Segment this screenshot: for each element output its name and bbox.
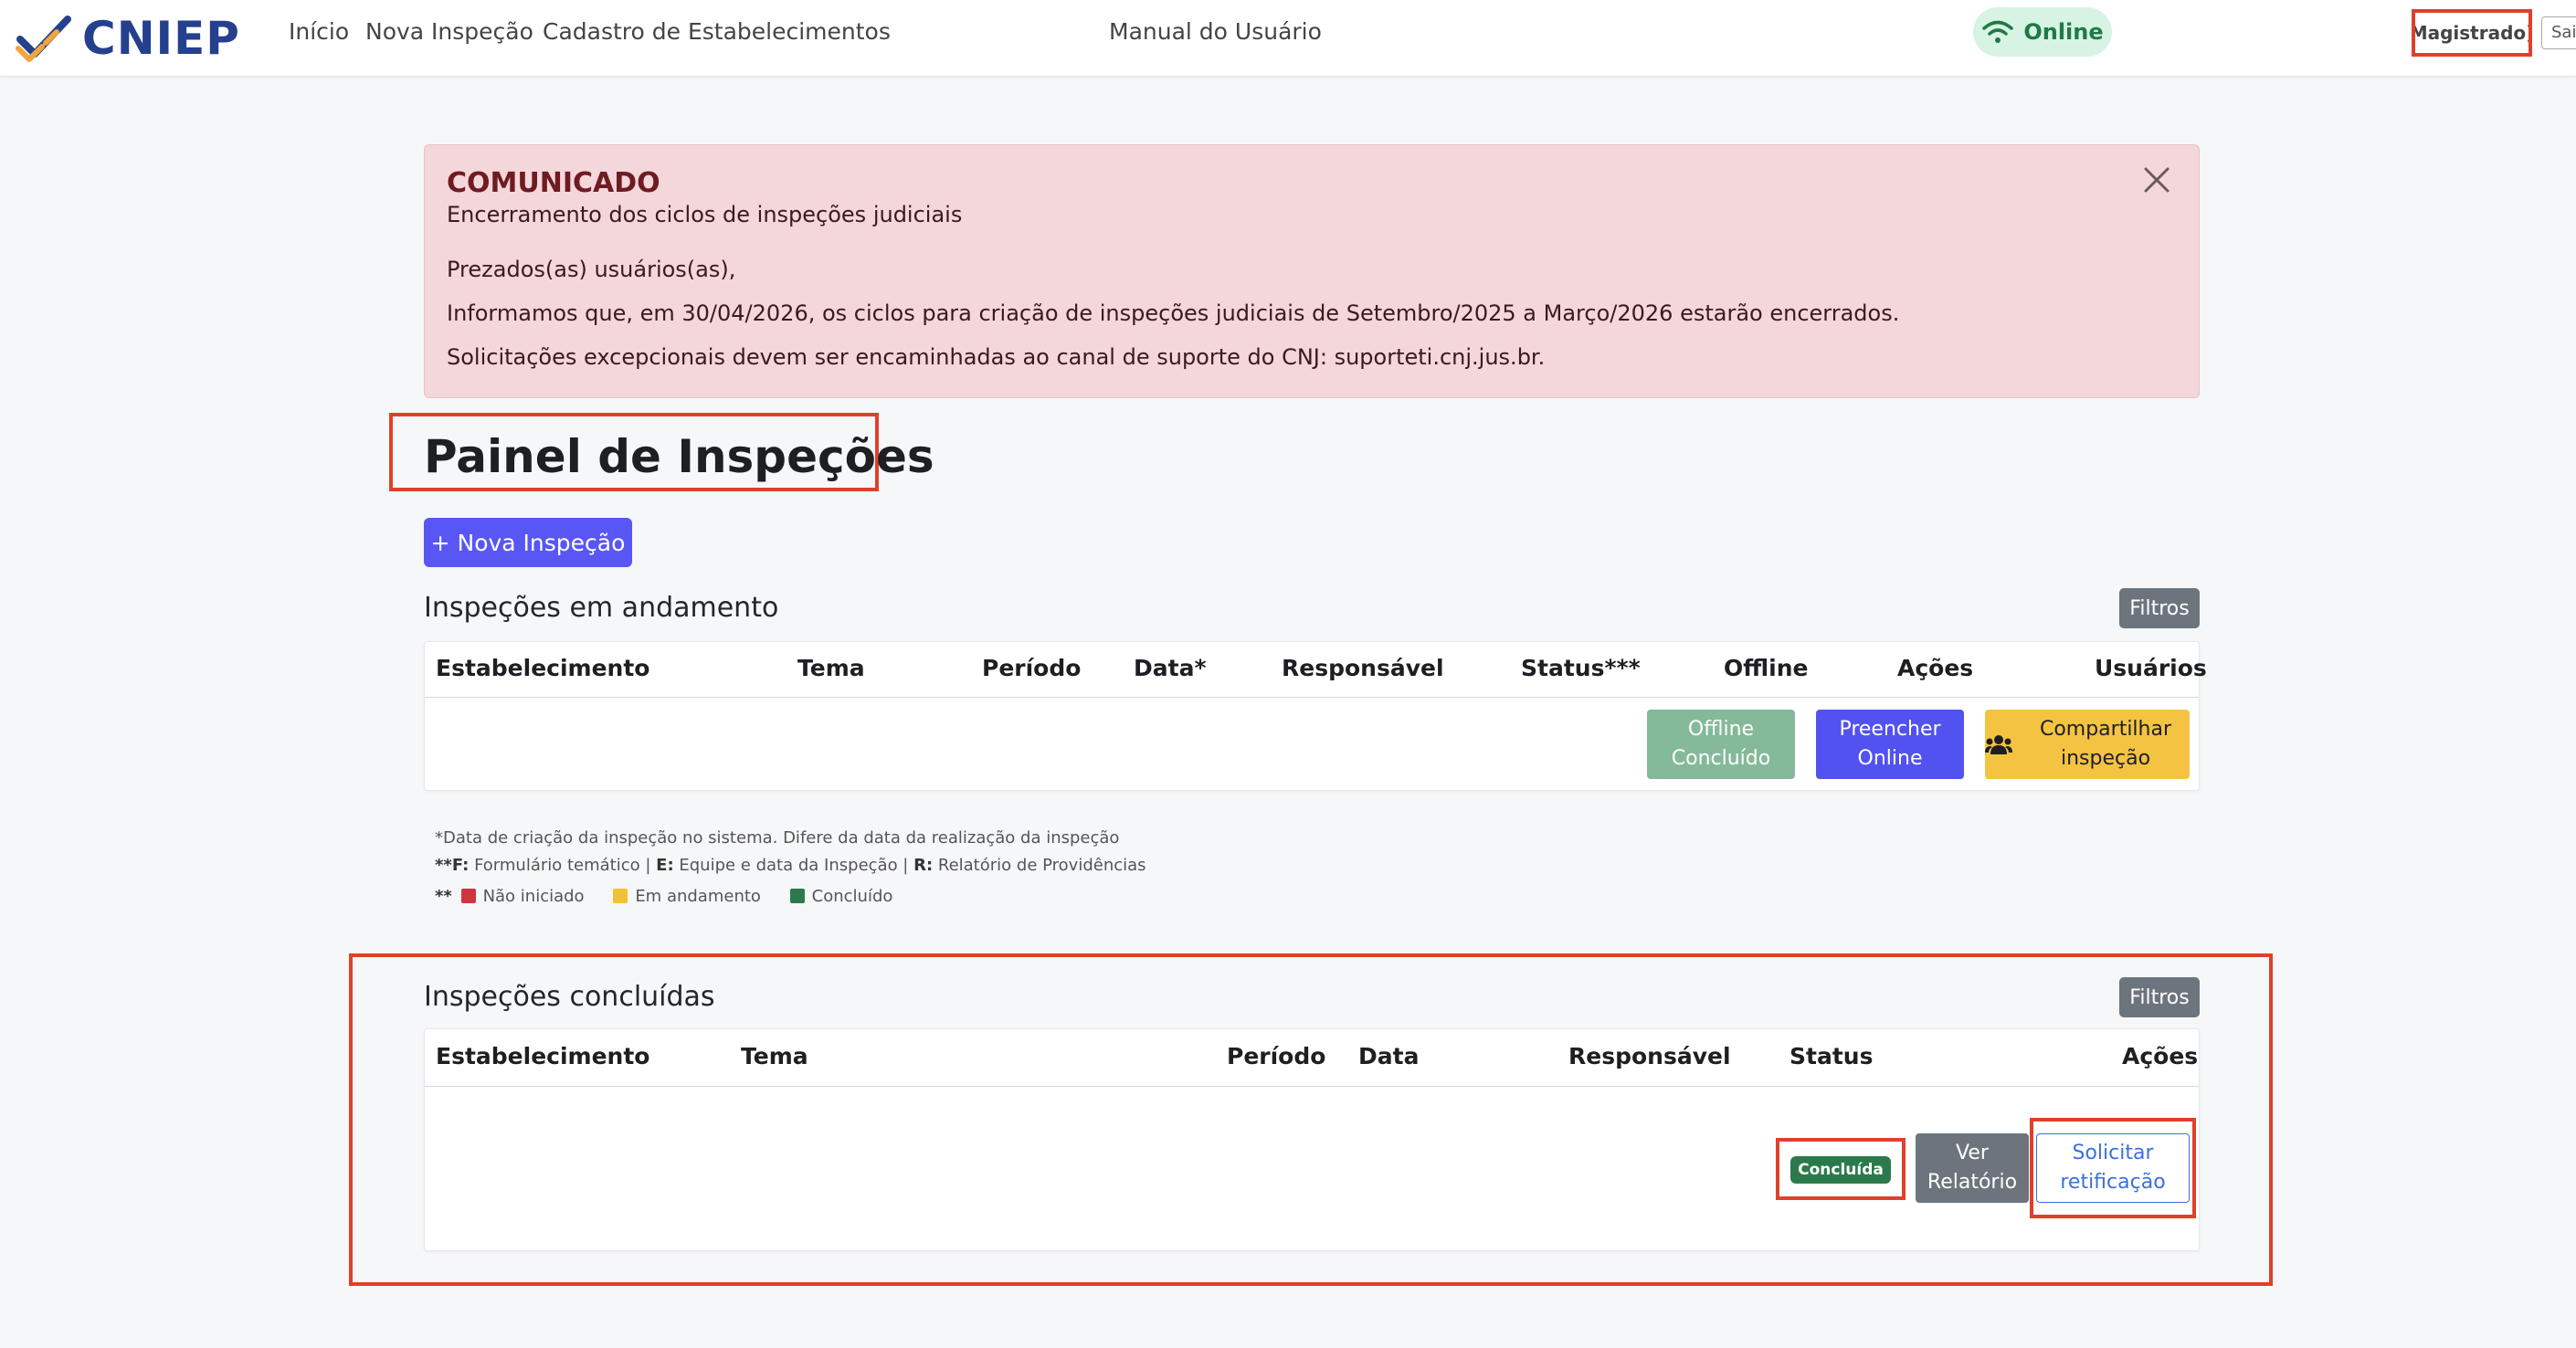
col-acoes[interactable]: Ações — [2122, 1042, 2198, 1071]
col-responsavel[interactable]: Responsável — [1282, 654, 1444, 683]
fill-online-button[interactable]: Preencher Online — [1816, 710, 1964, 779]
col-estabelecimento[interactable]: Estabelecimento — [436, 1042, 649, 1071]
brand-name: CNIEP — [82, 12, 240, 65]
red-square-icon — [460, 889, 476, 903]
col-responsavel[interactable]: Responsável — [1568, 1042, 1731, 1071]
ongoing-table: Estabelecimento Tema Período Data* Respo… — [424, 641, 2207, 791]
ongoing-filter-button[interactable]: Filtros — [2119, 588, 2200, 628]
brand-logo[interactable]: CNIEP — [15, 7, 240, 69]
legend-status-prefix: ** — [435, 887, 452, 906]
legend-code-f: F: — [451, 856, 470, 875]
col-status[interactable]: Status*** — [1521, 654, 1641, 683]
online-status-label: Online — [2023, 19, 2104, 45]
nav-inicio[interactable]: Início — [289, 16, 349, 47]
col-tema[interactable]: Tema — [797, 654, 865, 683]
table-header-divider — [425, 1086, 2199, 1087]
legend-prefix: ** — [435, 856, 452, 875]
completed-table: Estabelecimento Tema Período Data Respon… — [424, 1028, 2200, 1251]
legend-text-f: Formulário temático | — [469, 856, 657, 875]
close-icon[interactable] — [2138, 162, 2175, 198]
alert-message: Informamos que, em 30/04/2026, os ciclos… — [447, 300, 1900, 326]
legend-status-colors: ** Não iniciado Em andamento Concluído — [435, 886, 892, 908]
user-profile[interactable]: Magistrado) — [2412, 9, 2532, 57]
nav-nova-inspecao[interactable]: Nova Inspeção — [365, 16, 533, 47]
col-data[interactable]: Data* — [1134, 654, 1207, 683]
legend-text-r: Relatório de Providências — [933, 856, 1146, 875]
completed-filter-button[interactable]: Filtros — [2119, 977, 2200, 1017]
legend-in-progress: Em andamento — [635, 887, 761, 906]
col-periodo[interactable]: Período — [982, 654, 1081, 683]
online-status-badge: Online — [1973, 7, 2112, 57]
wifi-icon — [1982, 20, 2014, 43]
col-periodo[interactable]: Período — [1227, 1042, 1325, 1071]
new-inspection-button[interactable]: + Nova Inspeção — [424, 518, 632, 567]
legend-codes-note: **F: Formulário temático | E: Equipe e d… — [435, 855, 1146, 877]
yellow-square-icon — [613, 889, 628, 903]
legend-code-r: R: — [913, 856, 934, 875]
status-badge-concluded: Concluída — [1790, 1156, 1891, 1184]
legend-not-started: Não iniciado — [482, 887, 585, 906]
user-name: Magistrado) — [2412, 22, 2532, 44]
logout-button[interactable]: Sai — [2541, 16, 2576, 49]
table-header-divider — [425, 697, 2199, 698]
page-title: Painel de Inspeções — [424, 430, 934, 483]
nav-manual-usuario[interactable]: Manual do Usuário — [1109, 16, 1322, 47]
green-square-icon — [789, 889, 805, 903]
col-status[interactable]: Status — [1789, 1042, 1873, 1071]
legend-date-note: *Data de criação da inspeção no sistema.… — [435, 828, 1120, 848]
share-inspection-label: Compartilhar inspeção — [2039, 718, 2172, 770]
col-acoes[interactable]: Ações — [1897, 654, 1973, 683]
top-navbar: CNIEP Início Nova Inspeção Cadastro de E… — [0, 0, 2576, 77]
nav-cadastro-estabelecimentos[interactable]: Cadastro de Estabelecimentos — [543, 16, 891, 47]
alert-title: COMUNICADO — [447, 167, 660, 199]
check-logo-icon — [16, 16, 71, 62]
offline-concluded-button[interactable]: Offline Concluído — [1647, 710, 1795, 779]
share-inspection-button[interactable]: Compartilhar inspeção — [1985, 710, 2190, 779]
legend-code-e: E: — [656, 856, 674, 875]
users-icon — [1985, 735, 2012, 754]
announcement-alert: COMUNICADO Encerramento dos ciclos de in… — [424, 144, 2200, 398]
legend-completed: Concluído — [811, 887, 893, 906]
highlight-rectification-button — [2030, 1118, 2196, 1218]
alert-support: Solicitações excepcionais devem ser enca… — [447, 344, 1546, 370]
col-offline[interactable]: Offline — [1724, 654, 1808, 683]
legend-text-e: Equipe e data da Inspeção | — [673, 856, 914, 875]
col-estabelecimento[interactable]: Estabelecimento — [436, 654, 649, 683]
col-tema[interactable]: Tema — [741, 1042, 808, 1071]
col-data[interactable]: Data — [1358, 1042, 1419, 1071]
col-usuarios[interactable]: Usuários — [2095, 654, 2207, 683]
view-report-button[interactable]: Ver Relatório — [1916, 1133, 2029, 1203]
alert-greeting: Prezados(as) usuários(as), — [447, 257, 736, 282]
completed-heading: Inspeções concluídas — [424, 981, 715, 1013]
ongoing-heading: Inspeções em andamento — [424, 592, 779, 624]
alert-subtitle: Encerramento dos ciclos de inspeções jud… — [447, 202, 963, 227]
